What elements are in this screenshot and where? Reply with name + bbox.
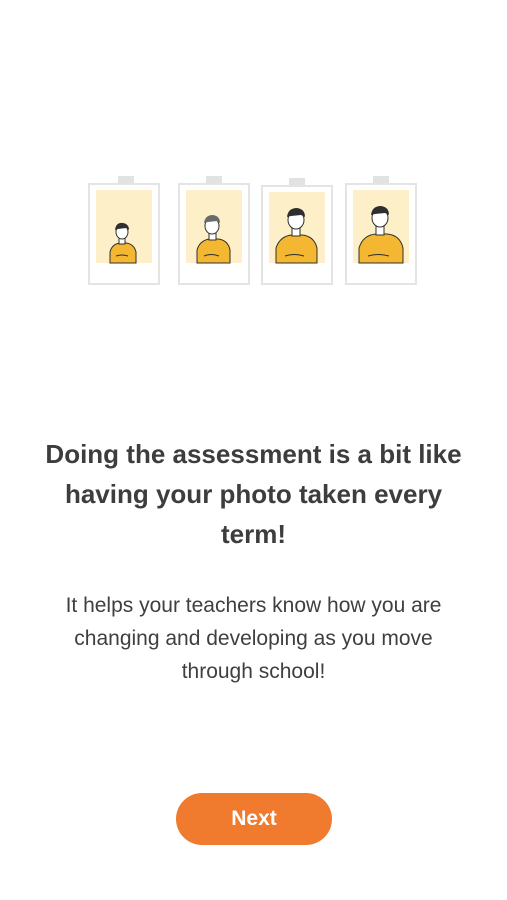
next-button[interactable]: Next <box>176 793 332 845</box>
photo-strip-illustration <box>0 170 507 290</box>
child-photo-icon <box>261 170 333 286</box>
page-headline: Doing the assessment is a bit like havin… <box>45 439 462 549</box>
page-description: It helps your teachers know how you are … <box>65 594 442 683</box>
child-photo-icon <box>345 170 417 286</box>
child-photo-icon <box>178 170 250 286</box>
child-photo-icon <box>88 170 160 286</box>
